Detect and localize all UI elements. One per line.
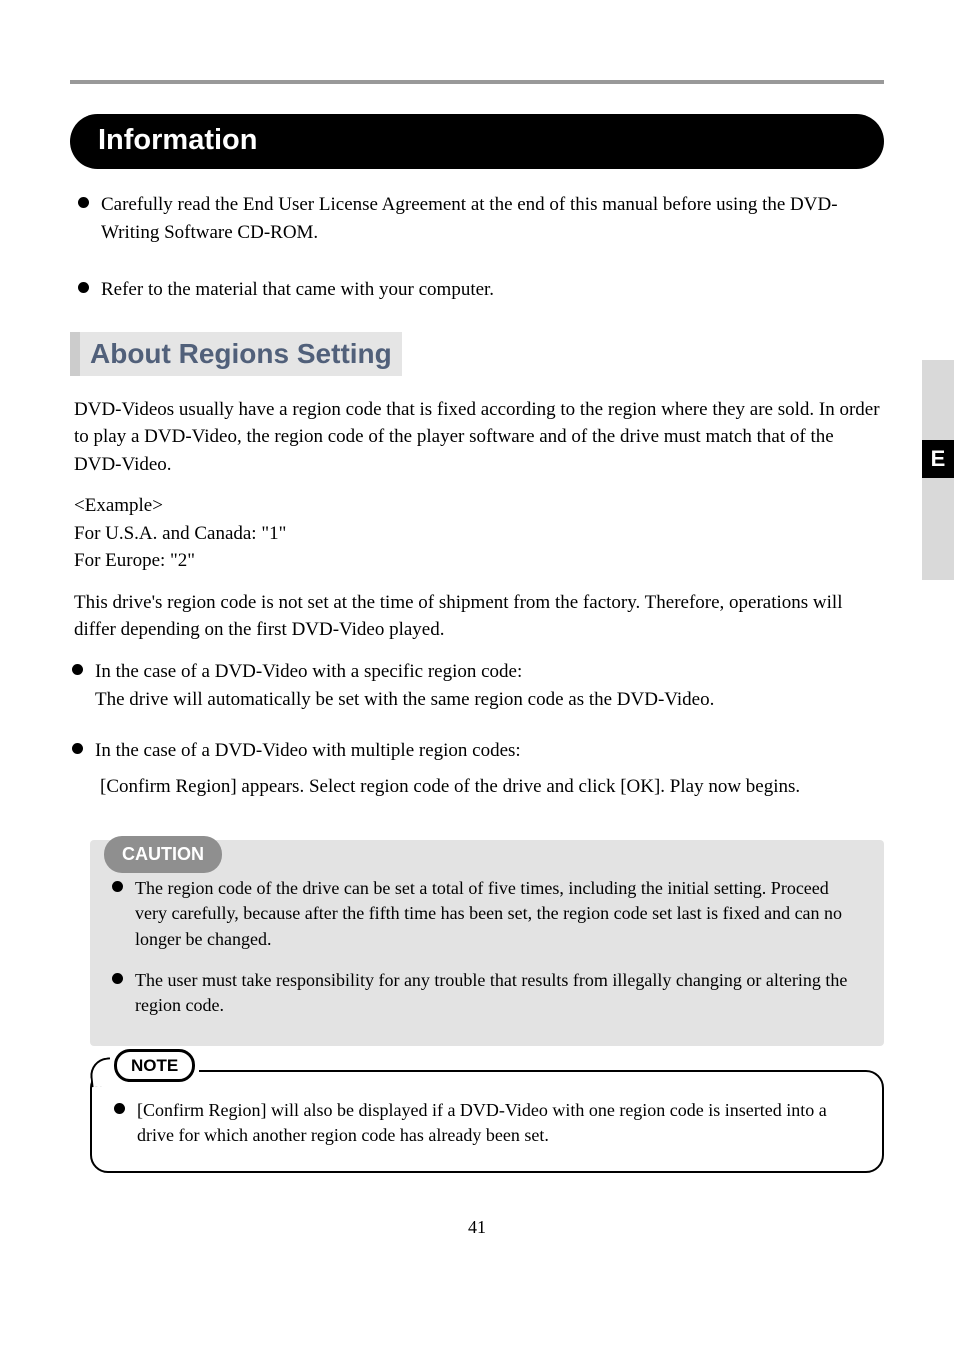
bullet-body: [Confirm Region] appears. Select region … xyxy=(100,773,884,801)
bullet-label: In the case of a DVD-Video with a specif… xyxy=(95,661,522,682)
list-item: In the case of a DVD-Video with a specif… xyxy=(72,658,884,713)
title-pill: Information xyxy=(70,114,884,169)
caution-box: CAUTION The region code of the drive can… xyxy=(90,840,884,1046)
note-box: NOTE [Confirm Region] will also be displ… xyxy=(90,1070,884,1172)
bullet-dot-icon xyxy=(114,1103,125,1114)
bullet-dot-icon xyxy=(78,197,89,208)
bullet-text: The user must take responsibility for an… xyxy=(135,968,862,1018)
bullet-body: The drive will automatically be set with… xyxy=(95,689,714,710)
caution-label: CAUTION xyxy=(104,836,222,873)
bullet-text: Refer to the material that came with you… xyxy=(101,276,494,304)
note-label: NOTE xyxy=(114,1049,195,1082)
bullet-dot-icon xyxy=(72,743,83,754)
list-item: In the case of a DVD-Video with multiple… xyxy=(72,737,884,765)
document-page: Information Carefully read the End User … xyxy=(0,0,954,1268)
bullet-text: In the case of a DVD-Video with multiple… xyxy=(95,737,521,765)
note-label-wrap: NOTE xyxy=(110,1056,199,1076)
bullet-text: The region code of the drive can be set … xyxy=(135,876,862,952)
body-paragraph: This drive's region code is not set at t… xyxy=(74,589,884,644)
page-number: 41 xyxy=(70,1217,884,1238)
bullet-dot-icon xyxy=(112,973,123,984)
list-item: The region code of the drive can be set … xyxy=(112,876,862,952)
region-bullets: In the case of a DVD-Video with a specif… xyxy=(72,658,884,800)
bullet-text: Carefully read the End User License Agre… xyxy=(101,191,884,246)
section-heading: About Regions Setting xyxy=(70,332,402,376)
body-paragraph: DVD-Videos usually have a region code th… xyxy=(74,396,884,479)
top-rule xyxy=(70,80,884,84)
list-item: Carefully read the End User License Agre… xyxy=(78,191,884,246)
body-paragraph-example: <Example> For U.S.A. and Canada: "1" For… xyxy=(74,492,884,575)
list-item: Refer to the material that came with you… xyxy=(78,276,884,304)
list-item: The user must take responsibility for an… xyxy=(112,968,862,1018)
bullet-text: [Confirm Region] will also be displayed … xyxy=(137,1098,860,1148)
list-item: [Confirm Region] will also be displayed … xyxy=(114,1098,860,1148)
bullet-text: In the case of a DVD-Video with a specif… xyxy=(95,658,714,713)
bullet-dot-icon xyxy=(72,664,83,675)
bullet-dot-icon xyxy=(112,881,123,892)
intro-bullets: Carefully read the End User License Agre… xyxy=(78,191,884,304)
bullet-dot-icon xyxy=(78,282,89,293)
page-title: Information xyxy=(98,124,856,157)
